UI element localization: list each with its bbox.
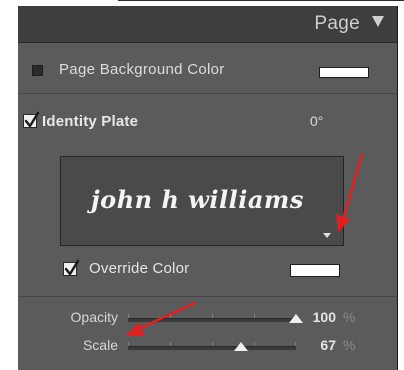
opacity-label: Opacity [70,309,118,325]
slider-tick [212,342,213,346]
override-color-swatch[interactable] [290,264,340,277]
right-strip [398,6,404,370]
scale-unit: % [343,337,356,353]
checkmark-icon [64,259,80,276]
override-color-label: Override Color [89,260,190,277]
slider-tick [128,314,129,318]
identity-plate-checkbox[interactable] [23,111,40,128]
scale-label: Scale [82,337,118,353]
opacity-value[interactable]: 100 [302,309,336,325]
identity-plate-row: Identity Plate 0° [18,94,398,146]
identity-plate-preview[interactable]: john h williams [60,156,344,246]
slider-tick [212,314,213,318]
triangle-down-icon[interactable] [372,16,384,27]
triangle-down-icon[interactable] [323,233,331,238]
slider-tick [254,314,255,318]
identity-plate-angle[interactable]: 0° [310,113,323,129]
panel-header[interactable]: Page [18,6,398,43]
scale-slider-thumb[interactable] [233,342,248,351]
annotation-arrow-line [139,300,197,330]
slider-tick [254,342,255,346]
override-color-checkbox[interactable] [63,259,80,276]
page-background-color-swatch[interactable] [319,67,369,78]
divider [18,296,398,297]
scale-value[interactable]: 67 [302,337,336,353]
page-background-label: Page Background Color [59,61,225,78]
slider-tick [295,342,296,346]
annotation-arrow-head [125,322,144,336]
panel-title: Page [314,13,360,34]
page-background-checkbox[interactable] [32,65,43,76]
checkmark-icon [24,111,40,128]
slider-tick [128,342,129,346]
top-border-line [118,0,404,1]
slider-tick [170,342,171,346]
opacity-unit: % [343,309,356,325]
identity-plate-label: Identity Plate [42,113,139,130]
slider-tick [170,314,171,318]
page-background-row: Page Background Color [18,43,398,94]
opacity-slider-thumb[interactable] [289,314,303,323]
identity-plate-signature: john h williams [91,185,304,214]
page-panel: Page Page Background Color Identity Plat… [18,6,398,370]
opacity-slider-track[interactable] [128,314,296,322]
annotation-arrow-line [341,152,364,220]
scale-slider-track[interactable] [128,342,296,350]
